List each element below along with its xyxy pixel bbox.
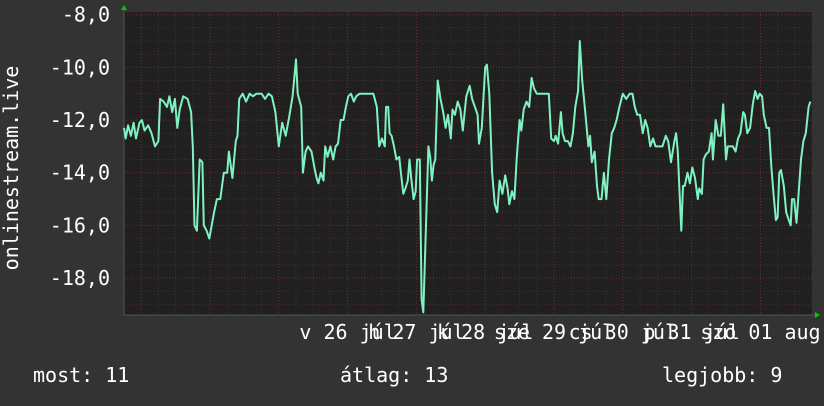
chart: -8,0 -10,0 -12,0 -14,0 -16,0 -18,0 v 26 júl h 2… [0, 0, 824, 402]
x-tick-label: szo 01 aug [700, 320, 820, 344]
y-tick-label: -16,0 [50, 213, 110, 237]
y-tick-label: -14,0 [50, 161, 110, 185]
footer-average: átlag: 13 [340, 363, 448, 387]
y-tick-label: -18,0 [50, 266, 110, 290]
footer-best: legjobb: 9 [662, 363, 782, 387]
footer-current: most: 11 [33, 363, 129, 387]
y-tick-label: -10,0 [50, 55, 110, 79]
chart-svg: -8,0-10,0-12,0-14,0-16,0-18,0v 26 júlh 2… [0, 0, 824, 402]
y-axis-label: onlinestream.live [0, 66, 23, 271]
y-tick-label: -8,0 [62, 3, 110, 27]
y-tick-label: -12,0 [50, 108, 110, 132]
